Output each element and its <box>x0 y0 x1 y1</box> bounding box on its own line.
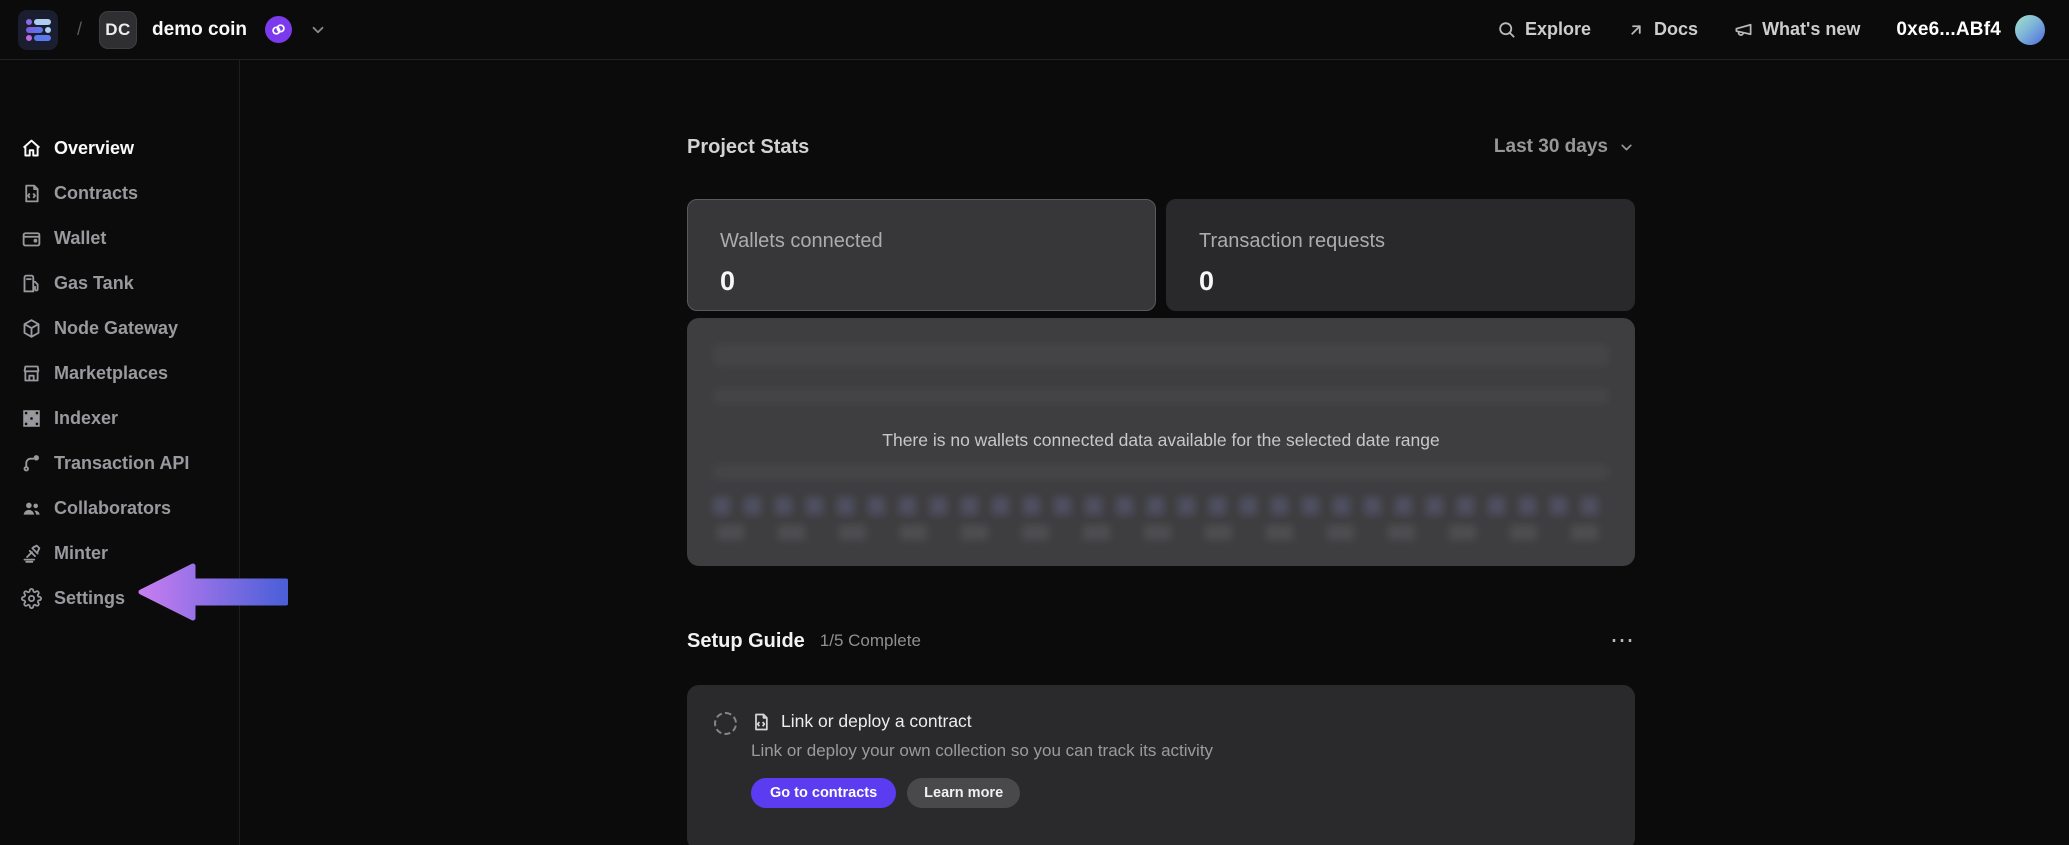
date-range-value: Last 30 days <box>1493 136 1608 157</box>
nav-explore-label: Explore <box>1525 19 1592 39</box>
sidebar-item-transaction-api[interactable]: Transaction API <box>0 441 239 486</box>
date-range-select[interactable]: Last 30 days <box>1494 136 1635 158</box>
project-name[interactable]: demo coin <box>152 19 247 41</box>
app-logo-icon[interactable] <box>18 9 58 50</box>
sidebar-label: Overview <box>54 138 135 158</box>
account-avatar[interactable] <box>2015 14 2045 45</box>
arrow-up-right-icon <box>1631 24 1641 35</box>
stat-label: Transaction requests <box>1199 230 1386 252</box>
sidebar-item-indexer[interactable]: Indexer <box>0 396 239 441</box>
chart-skeleton-tick-labels <box>717 525 1605 540</box>
sidebar-label: Wallet <box>54 228 107 248</box>
chart-skeleton-bars <box>713 497 1609 515</box>
sidebar-item-node-gateway[interactable]: Node Gateway <box>0 306 239 351</box>
megaphone-icon <box>1735 23 1752 36</box>
nav-docs-label: Docs <box>1654 19 1699 39</box>
chart-skeleton-band <box>713 344 1609 366</box>
sidebar-item-collaborators[interactable]: Collaborators <box>0 486 239 531</box>
sidebar-label: Indexer <box>54 408 119 428</box>
loop-badge-icon[interactable] <box>265 16 293 43</box>
breadcrumb-separator: / <box>77 19 83 39</box>
home-icon <box>22 139 41 157</box>
learn-more-button[interactable]: Learn more <box>907 778 1021 808</box>
chevron-down-icon[interactable] <box>309 21 327 39</box>
topbar: / DC demo coin Explore Docs What's new 0… <box>0 0 2069 60</box>
sidebar-label: Marketplaces <box>54 363 169 383</box>
sidebar-item-marketplaces[interactable]: Marketplaces <box>0 351 239 396</box>
project-stats-title: Project Stats <box>687 135 810 158</box>
sidebar-item-gas-tank[interactable]: Gas Tank <box>0 261 239 306</box>
step-incomplete-circle-icon <box>714 712 737 735</box>
gear-icon <box>21 588 42 609</box>
chart-skeleton-band <box>713 464 1609 480</box>
sidebar-item-wallet[interactable]: Wallet <box>0 216 239 261</box>
wallet-address[interactable]: 0xe6...ABf4 <box>1896 19 2001 41</box>
sidebar-label: Collaborators <box>54 498 172 518</box>
sidebar-item-overview[interactable]: Overview <box>0 126 239 171</box>
contract-icon <box>755 713 768 730</box>
sidebar-item-contracts[interactable]: Contracts <box>0 171 239 216</box>
sidebar: Overview Contracts Wallet Gas Tank Node … <box>0 60 240 845</box>
stat-label: Wallets connected <box>720 230 883 252</box>
sidebar-label: Settings <box>54 588 126 608</box>
route-icon <box>23 455 39 472</box>
nav-explore[interactable]: Explore <box>1497 19 1591 40</box>
nav-whats-new[interactable]: What's new <box>1734 19 1860 40</box>
gavel-icon <box>23 544 41 563</box>
setup-guide-progress: 1/5 Complete <box>819 631 921 650</box>
nav-docs[interactable]: Docs <box>1627 19 1698 40</box>
team-badge[interactable]: DC <box>99 10 138 49</box>
main-content: Project Stats Last 30 days Wallets conne… <box>240 60 2069 845</box>
chart-skeleton-band <box>713 388 1609 404</box>
people-icon <box>23 502 40 515</box>
sidebar-label: Gas Tank <box>54 273 134 293</box>
nav-whats-new-label: What's new <box>1762 19 1861 39</box>
setup-guide-card: Link or deploy a contract Link or deploy… <box>687 685 1635 845</box>
sidebar-label: Node Gateway <box>54 318 179 338</box>
storefront-icon <box>23 365 40 382</box>
stat-value: 0 <box>720 266 736 296</box>
contract-icon <box>25 184 39 203</box>
stat-card-transaction-requests[interactable]: Transaction requests 0 <box>1166 199 1635 311</box>
fuel-pump-icon <box>23 274 39 293</box>
sidebar-label: Minter <box>54 543 108 563</box>
setup-guide-title: Setup Guide <box>687 629 805 652</box>
stats-chart-empty-state: There is no wallets connected data avail… <box>687 318 1635 566</box>
setup-step-title: Link or deploy a contract <box>781 711 972 731</box>
setup-step-description: Link or deploy your own collection so yo… <box>751 741 1214 760</box>
chart-empty-message: There is no wallets connected data avail… <box>882 430 1440 450</box>
sidebar-label: Transaction API <box>54 453 190 473</box>
settings-pointer-arrow <box>138 562 289 627</box>
grid-icon <box>23 410 40 427</box>
search-icon <box>1499 22 1515 38</box>
sidebar-label: Contracts <box>54 183 139 203</box>
overflow-menu-icon[interactable]: ⋯ <box>1610 629 1635 653</box>
stat-value: 0 <box>1199 266 1215 296</box>
cube-icon <box>23 319 40 338</box>
stat-card-wallets-connected[interactable]: Wallets connected 0 <box>687 199 1156 311</box>
go-to-contracts-button[interactable]: Go to contracts <box>751 778 897 808</box>
wallet-icon <box>22 232 41 247</box>
chevron-down-icon <box>1621 144 1632 150</box>
